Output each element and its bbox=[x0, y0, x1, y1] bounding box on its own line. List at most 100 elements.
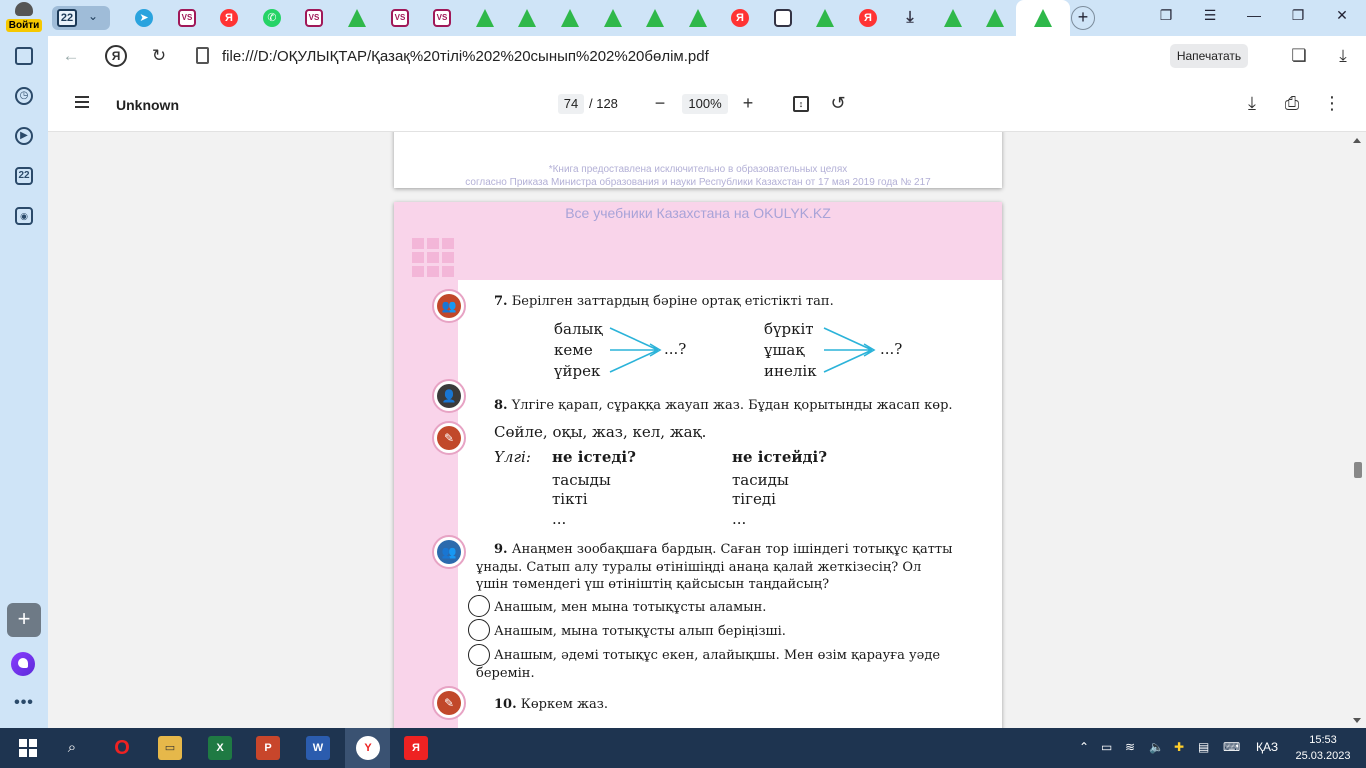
task9-option: Анашым, мына тотықұсты алып беріңізші. bbox=[494, 624, 786, 639]
collections-icon[interactable] bbox=[12, 44, 36, 68]
yandex-browser-icon[interactable]: Y bbox=[356, 736, 380, 760]
daryn-tab-icon[interactable] bbox=[646, 9, 664, 27]
task9-option: Анашым, мен мына тотықұсты аламын. bbox=[494, 600, 767, 615]
reload-button[interactable]: ↻ bbox=[148, 45, 170, 67]
task8-cell: тігеді bbox=[732, 490, 776, 508]
more-options-icon[interactable]: ⋮ bbox=[1320, 92, 1344, 116]
screenshot-icon[interactable]: ◉ bbox=[12, 204, 36, 228]
daryn-tab-icon[interactable] bbox=[348, 9, 366, 27]
new-tab-button[interactable]: + bbox=[1071, 6, 1095, 30]
add-panel-button[interactable]: + bbox=[7, 603, 41, 637]
keyboard-icon[interactable]: ⌨ bbox=[1223, 740, 1240, 754]
video-icon[interactable]: ▶ bbox=[12, 124, 36, 148]
menu-icon[interactable]: ☰ bbox=[1195, 7, 1225, 24]
whatsapp-tab-icon[interactable]: ✆ bbox=[263, 9, 281, 27]
vs-tab-icon[interactable]: VS bbox=[433, 9, 451, 27]
notes-icon[interactable]: ▤ bbox=[1198, 740, 1209, 754]
volume-icon[interactable]: 🔈 bbox=[1149, 740, 1164, 754]
task7-question: ...? bbox=[880, 340, 903, 358]
chevron-down-icon: ⌄ bbox=[88, 9, 99, 23]
vs-tab-icon[interactable]: VS bbox=[178, 9, 196, 27]
security-icon[interactable]: ✚ bbox=[1174, 740, 1184, 754]
account-button[interactable]: Войти bbox=[4, 2, 44, 34]
option-circle[interactable] bbox=[468, 619, 490, 641]
print-button[interactable]: Напечатать bbox=[1170, 44, 1248, 68]
scroll-up-arrow-icon[interactable] bbox=[1353, 138, 1361, 143]
previous-page: *Книга предоставлена исключительно в обр… bbox=[394, 132, 1002, 188]
yandex-home-button[interactable]: Я bbox=[105, 45, 127, 67]
vs-tab-icon[interactable]: VS bbox=[305, 9, 323, 27]
yandex-tab-icon[interactable]: Я bbox=[859, 9, 877, 27]
vs-tab-icon[interactable]: VS bbox=[391, 9, 409, 27]
back-button[interactable]: ← bbox=[60, 45, 82, 67]
file-explorer-icon[interactable]: ▭ bbox=[158, 736, 182, 760]
vertical-scrollbar[interactable] bbox=[1348, 132, 1366, 728]
daryn-tab-icon[interactable] bbox=[476, 9, 494, 27]
language-indicator[interactable]: ҚАЗ bbox=[1256, 740, 1278, 754]
excel-icon[interactable]: X bbox=[208, 736, 232, 760]
clock[interactable]: 15:53 25.03.2023 bbox=[1290, 732, 1356, 764]
telegram-tab-icon[interactable]: ➤ bbox=[135, 9, 153, 27]
downloads-icon[interactable]: ⤓ bbox=[1332, 45, 1354, 67]
rotate-icon[interactable]: ↺ bbox=[826, 92, 850, 116]
task7-word: кеме bbox=[554, 341, 593, 359]
alice-assistant-icon[interactable] bbox=[11, 652, 35, 676]
download-icon[interactable]: ⤓ bbox=[1240, 92, 1264, 116]
daryn-tab-icon[interactable] bbox=[944, 9, 962, 27]
restore-button[interactable]: ❐ bbox=[1283, 7, 1313, 24]
download-tab-icon[interactable]: ⤓ bbox=[901, 9, 919, 27]
scroll-thumb[interactable] bbox=[1354, 462, 1362, 478]
zoom-level-input[interactable]: 100% bbox=[682, 94, 728, 114]
daryn-tab-icon[interactable] bbox=[816, 9, 834, 27]
yandex-tab-icon[interactable]: Я bbox=[731, 9, 749, 27]
search-icon[interactable]: ⌕ bbox=[60, 736, 84, 760]
page-number-input[interactable]: 74 bbox=[558, 94, 584, 114]
active-tab[interactable] bbox=[1016, 0, 1070, 36]
opera-icon[interactable]: O bbox=[110, 736, 134, 760]
tab-layout-icon[interactable]: ❐ bbox=[1151, 7, 1181, 24]
task9-option-cont: беремін. bbox=[476, 666, 535, 681]
bookmarks-icon[interactable]: ❏ bbox=[1288, 45, 1310, 67]
history-icon[interactable]: ◷ bbox=[12, 84, 36, 108]
device-icon[interactable]: ▭ bbox=[1101, 740, 1112, 754]
show-hidden-icons[interactable]: ⌃ bbox=[1079, 740, 1089, 754]
option-circle[interactable] bbox=[468, 644, 490, 666]
zoom-out-button[interactable]: − bbox=[648, 92, 672, 116]
daryn-tab-icon[interactable] bbox=[689, 9, 707, 27]
individual-work-icon: 👤 bbox=[432, 379, 466, 413]
powerpoint-icon[interactable]: P bbox=[256, 736, 280, 760]
yandex-icon[interactable]: Я bbox=[404, 736, 428, 760]
browser-sidebar: Войти ◷ ▶ 22 ◉ + ••• bbox=[0, 0, 48, 728]
yandex-tab-icon[interactable]: Я bbox=[220, 9, 238, 27]
fit-page-icon[interactable]: ↕ bbox=[793, 96, 809, 112]
daryn-tab-icon[interactable] bbox=[561, 9, 579, 27]
sample-label: Үлгі: bbox=[494, 448, 531, 466]
pdf-menu-icon[interactable] bbox=[75, 96, 89, 108]
daryn-tab-icon[interactable] bbox=[986, 9, 1004, 27]
network-icon[interactable]: ≋ bbox=[1125, 740, 1135, 754]
column-head-past: не істеді? bbox=[552, 448, 636, 466]
arrows-left bbox=[609, 327, 662, 373]
close-button[interactable]: ✕ bbox=[1327, 7, 1357, 24]
pdf-viewer[interactable]: *Книга предоставлена исключительно в обр… bbox=[48, 132, 1348, 728]
address-bar: ← Я ↻ file:///D:/ОҚУЛЫҚТАР/Қазақ%20тілі%… bbox=[48, 36, 1366, 76]
task9-line1: 9. Анаңмен зообақшаға бардың. Саған тор … bbox=[494, 542, 953, 557]
task8-words: Сөйле, оқы, жаз, кел, жақ. bbox=[494, 423, 707, 441]
task8-cell: тікті bbox=[552, 490, 588, 508]
grid-decoration bbox=[412, 238, 454, 280]
minimize-button[interactable]: — bbox=[1239, 7, 1269, 23]
tab-count: 22 bbox=[57, 9, 77, 27]
windows-start-icon[interactable] bbox=[16, 736, 40, 760]
scroll-down-arrow-icon[interactable] bbox=[1353, 718, 1361, 723]
daryn-tab-icon[interactable] bbox=[604, 9, 622, 27]
url-field[interactable]: file:///D:/ОҚУЛЫҚТАР/Қазақ%20тілі%202%20… bbox=[222, 48, 709, 65]
tab-group-button[interactable]: 22 ⌄ bbox=[52, 6, 110, 30]
daryn-tab-icon[interactable] bbox=[518, 9, 536, 27]
document-tab-icon[interactable] bbox=[774, 9, 792, 27]
word-icon[interactable]: W bbox=[306, 736, 330, 760]
zoom-in-button[interactable]: + bbox=[736, 92, 760, 116]
tabs-count-icon[interactable]: 22 bbox=[12, 164, 36, 188]
more-icon[interactable]: ••• bbox=[12, 694, 36, 712]
print-icon[interactable]: ⎙ bbox=[1280, 92, 1304, 116]
option-circle[interactable] bbox=[468, 595, 490, 617]
